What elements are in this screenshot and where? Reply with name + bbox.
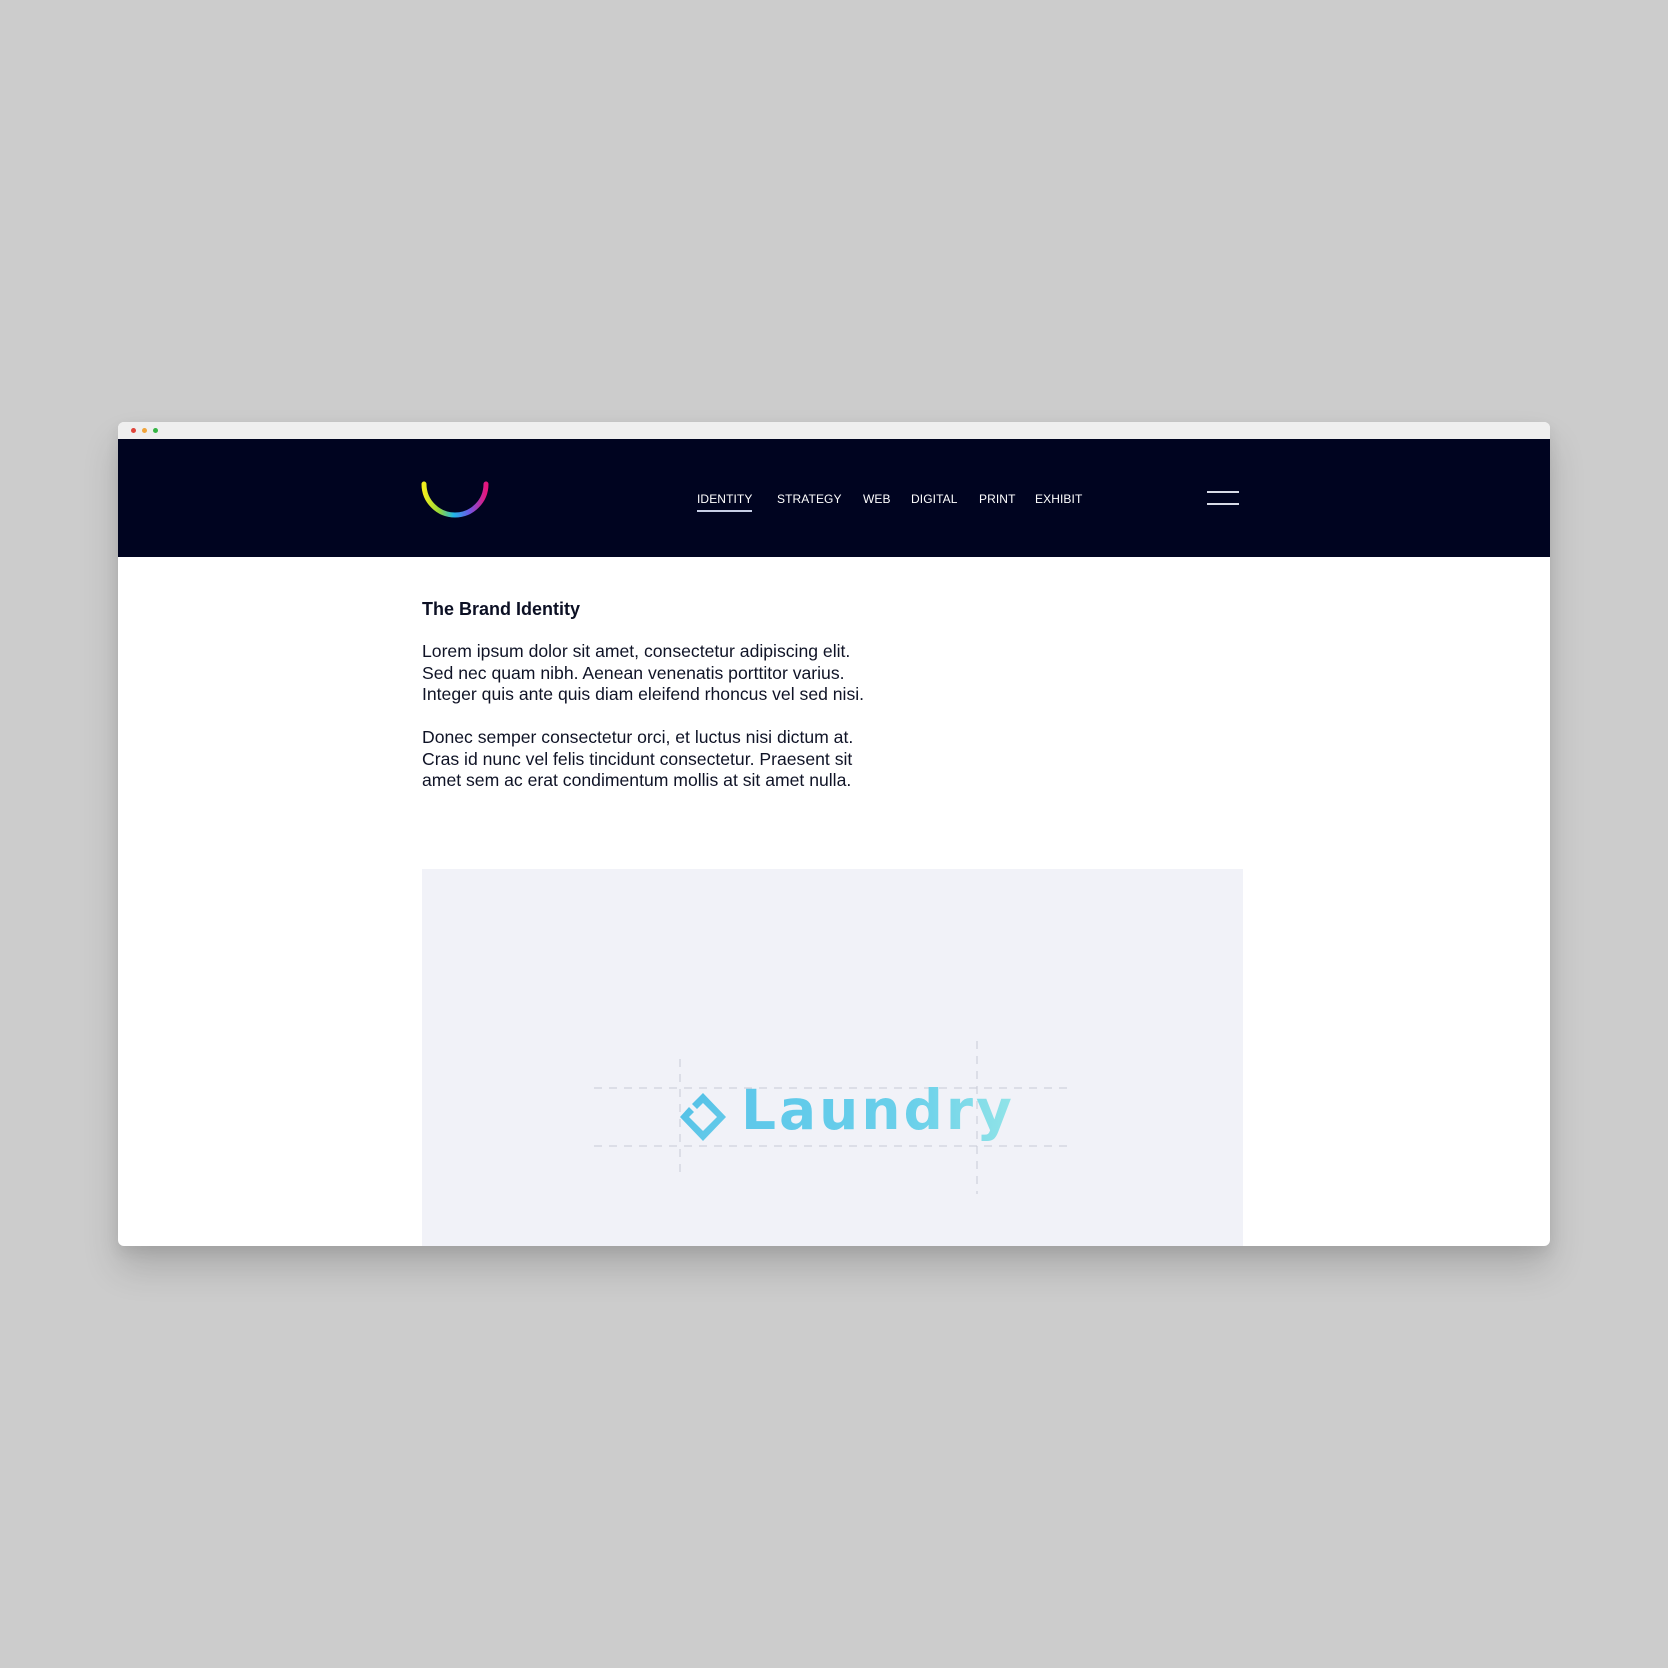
paragraph-line: Lorem ipsum dolor sit amet, consectetur … <box>422 641 851 661</box>
page-title: The Brand Identity <box>422 599 581 619</box>
browser-titlebar <box>118 422 1550 439</box>
nav-item-identity[interactable]: IDENTITY <box>697 492 753 512</box>
body-paragraph-1: Lorem ipsum dolor sit amet, consectetur … <box>422 641 942 706</box>
nav-item-print[interactable]: PRINT <box>979 492 1016 506</box>
maximize-dot-icon[interactable] <box>153 428 158 433</box>
main-nav: IDENTITY STRATEGY WEB DIGITAL PRINT EXHI… <box>118 439 1550 557</box>
laundry-wordmark: Laundry <box>741 1078 1015 1142</box>
laundry-diamond-mark-icon <box>680 1093 726 1141</box>
paragraph-line: Donec semper consectetur orci, et luctus… <box>422 727 854 747</box>
paragraph-line: Cras id nunc vel felis tincidunt consect… <box>422 748 853 769</box>
nav-item-strategy[interactable]: STRATEGY <box>777 492 842 506</box>
browser-window: IDENTITY STRATEGY WEB DIGITAL PRINT EXHI… <box>118 422 1550 1246</box>
menu-line-bottom <box>1207 503 1239 505</box>
menu-line-top <box>1207 491 1239 493</box>
logo-construction-guides <box>594 1041 1072 1194</box>
hamburger-menu-icon[interactable] <box>1205 489 1241 509</box>
close-dot-icon[interactable] <box>131 428 136 433</box>
nav-item-web[interactable]: WEB <box>863 492 891 506</box>
nav-item-exhibit[interactable]: EXHIBIT <box>1035 492 1082 506</box>
paragraph-line: amet sem ac erat condimentum mollis at s… <box>422 770 852 791</box>
brand-showcase-panel: Laundry <box>422 869 1243 1246</box>
body-paragraph-2: Donec semper consectetur orci, et luctus… <box>422 727 942 792</box>
site-header: IDENTITY STRATEGY WEB DIGITAL PRINT EXHI… <box>118 439 1550 557</box>
paragraph-line: Sed nec quam nibh. Aenean venenatis port… <box>422 662 845 683</box>
nav-item-digital[interactable]: DIGITAL <box>911 492 958 506</box>
minimize-dot-icon[interactable] <box>142 428 147 433</box>
paragraph-line: Integer quis ante quis diam eleifend rho… <box>422 684 865 705</box>
laundry-logo: Laundry <box>680 1079 1012 1149</box>
